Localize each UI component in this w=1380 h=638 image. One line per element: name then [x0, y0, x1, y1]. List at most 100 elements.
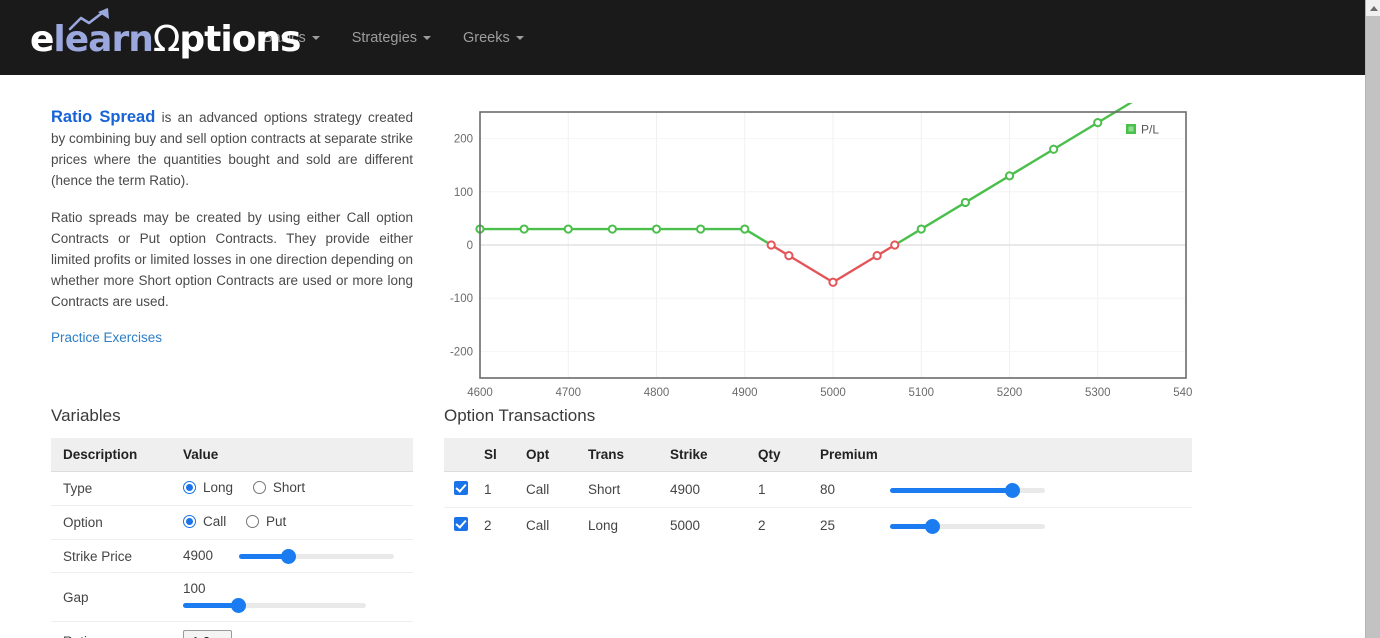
variables-row-option-value: Call Put — [171, 505, 413, 540]
transaction-select-cell[interactable] — [444, 471, 478, 508]
radio-type-long-input[interactable] — [183, 481, 196, 494]
svg-text:-100: -100 — [450, 293, 473, 305]
transaction-opt: Call — [526, 518, 550, 533]
transaction-strike: 4900 — [664, 471, 752, 508]
variables-col-description: Description — [51, 438, 171, 472]
app-page: elearnΩptions Basics Strategies Greeks R… — [0, 0, 1380, 638]
transaction-checkbox[interactable] — [454, 481, 468, 495]
transaction-sl: 1 — [478, 471, 520, 508]
transactions-col-sl: Sl — [478, 438, 520, 472]
variables-row-ratio: Ratio 1:11:21:32:32:13:1 — [51, 621, 413, 638]
option-transactions-table: Sl Opt Trans Strike Qty Premium 1 Call S… — [444, 438, 1192, 543]
top-navbar: elearnΩptions Basics Strategies Greeks — [0, 0, 1365, 75]
transaction-premium-slider-cell — [883, 471, 1192, 508]
variables-row-type-label: Type — [51, 471, 171, 506]
transactions-table-header-row: Sl Opt Trans Strike Qty Premium — [444, 438, 1192, 472]
scrollbar-up-button[interactable] — [1366, 0, 1380, 16]
gap-value: 100 — [183, 581, 206, 597]
variables-row-gap-value: 100 — [171, 572, 413, 622]
svg-text:5100: 5100 — [908, 387, 934, 398]
radio-option-call[interactable]: Call — [183, 514, 226, 529]
nav-item-strategies[interactable]: Strategies — [336, 30, 447, 46]
svg-text:-200: -200 — [450, 346, 473, 358]
variables-row-type: Type Long Short — [51, 471, 413, 506]
transaction-trans: Long — [588, 518, 619, 533]
slider-fill — [183, 602, 238, 608]
transactions-col-premium-slider — [883, 438, 1192, 472]
transactions-col-trans: Trans — [582, 438, 664, 472]
variables-row-strike-price-value: 4900 — [171, 539, 413, 574]
transaction-premium: 25 — [820, 518, 836, 533]
payoff-chart-svg: 200 100 0 -100 -200 4600 4700 4800 4900 5000 5100 5… — [450, 103, 1192, 398]
practice-exercises-link[interactable]: Practice Exercises — [51, 330, 162, 345]
brand-suffix: ptions — [179, 18, 301, 60]
variables-row-gap: Gap 100 — [51, 572, 413, 622]
premium-slider[interactable] — [889, 518, 1045, 534]
strategy-title: Ratio Spread — [51, 108, 156, 126]
svg-text:5400: 5400 — [1173, 387, 1192, 398]
transaction-premium: 80 — [814, 471, 884, 508]
nav-item-strategies-label: Strategies — [351, 29, 418, 46]
brand-omega: Ω — [152, 18, 180, 60]
transaction-opt: Call — [520, 471, 582, 508]
svg-text:0: 0 — [467, 240, 473, 252]
transactions-col-opt: Opt — [520, 438, 582, 472]
radio-type-long-label: Long — [203, 480, 234, 495]
strike-price-slider[interactable] — [238, 548, 394, 565]
strategy-description: Ratio Spread is an advanced options stra… — [51, 107, 413, 347]
transactions-col-premium: Premium — [814, 438, 884, 472]
gap-slider[interactable] — [183, 597, 366, 613]
premium-slider[interactable] — [889, 482, 1045, 498]
variables-row-gap-label: Gap — [51, 572, 171, 622]
transaction-qty: 1 — [752, 471, 814, 508]
variables-row-ratio-label: Ratio — [51, 621, 171, 638]
radio-type-short[interactable]: Short — [252, 480, 306, 495]
chevron-up-icon — [1369, 5, 1378, 11]
svg-text:100: 100 — [454, 187, 473, 199]
transaction-select-cell[interactable] — [444, 508, 478, 544]
svg-text:4600: 4600 — [467, 387, 493, 398]
nav-item-greeks[interactable]: Greeks — [447, 30, 540, 46]
transactions-col-select — [444, 438, 478, 472]
radio-option-put-input[interactable] — [246, 515, 260, 528]
slider-thumb[interactable] — [1005, 482, 1021, 498]
transaction-trans: Short — [582, 471, 664, 508]
svg-text:5200: 5200 — [997, 387, 1023, 398]
variables-row-option: Option Call Put — [51, 505, 413, 540]
table-row: 1 Call Short 4900 1 80 — [444, 471, 1192, 508]
page-scrollbar[interactable] — [1365, 0, 1380, 638]
svg-text:4700: 4700 — [555, 387, 581, 398]
radio-option-call-label: Call — [203, 514, 227, 529]
transaction-checkbox[interactable] — [454, 517, 468, 531]
chevron-down-icon — [423, 35, 432, 40]
brand-wordmark: elearnΩptions — [30, 18, 301, 60]
brand-accent: learn — [53, 18, 153, 60]
description-paragraph-1: Ratio Spread is an advanced options stra… — [51, 107, 413, 191]
transaction-strike: 5000 — [670, 518, 701, 533]
radio-option-call-input[interactable] — [183, 515, 196, 528]
chevron-down-icon — [311, 35, 320, 40]
slider-thumb[interactable] — [281, 549, 297, 565]
variables-row-type-value: Long Short — [171, 471, 413, 506]
variables-table-header-row: Description Value — [51, 438, 413, 472]
brand-prefix: e — [30, 18, 54, 60]
radio-option-put-label: Put — [266, 514, 287, 529]
variables-table: Description Value Type Long Short Option… — [51, 438, 413, 638]
radio-option-put[interactable]: Put — [246, 514, 286, 529]
nav-item-greeks-label: Greeks — [463, 29, 510, 46]
table-row: 2 Call Long 5000 2 25 — [444, 508, 1192, 544]
radio-type-short-label: Short — [272, 480, 306, 495]
slider-thumb[interactable] — [230, 597, 246, 613]
variables-row-ratio-value: 1:11:21:32:32:13:1 — [171, 621, 413, 638]
slider-thumb[interactable] — [924, 518, 940, 534]
svg-text:4800: 4800 — [644, 387, 670, 398]
svg-text:5300: 5300 — [1085, 387, 1111, 398]
radio-type-long[interactable]: Long — [183, 480, 233, 495]
svg-text:P/L: P/L — [1141, 123, 1159, 137]
radio-type-short-input[interactable] — [252, 481, 266, 494]
ratio-select[interactable]: 1:11:21:32:32:13:1 — [183, 629, 232, 638]
transaction-sl: 2 — [484, 518, 492, 533]
payoff-chart: 200 100 0 -100 -200 4600 4700 4800 4900 5000 5100 5… — [444, 103, 1192, 398]
svg-text:5000: 5000 — [820, 387, 846, 398]
brand-logo[interactable]: elearnΩptions — [30, 0, 301, 75]
